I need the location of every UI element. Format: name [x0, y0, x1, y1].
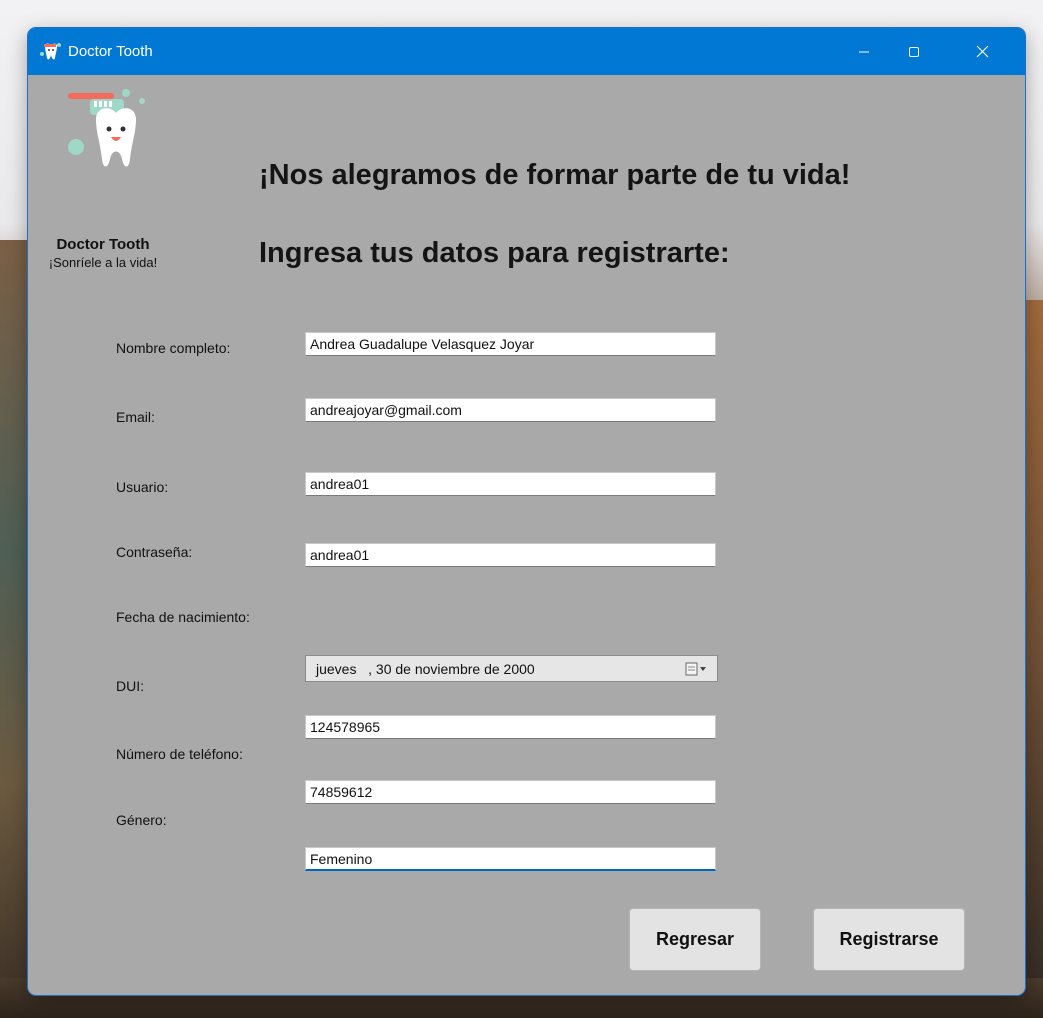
dui-label: DUI:	[116, 678, 144, 694]
registration-form: Doctor Tooth ¡Sonríele a la vida! ¡Nos a…	[28, 75, 1025, 995]
password-label: Contraseña:	[116, 544, 193, 560]
gender-label: Género:	[116, 812, 167, 828]
title-bar[interactable]: Doctor Tooth	[28, 28, 1025, 75]
brand-name: Doctor Tooth	[56, 236, 150, 253]
calendar-dropdown-icon	[685, 662, 706, 675]
phone-label: Número de teléfono:	[116, 746, 243, 762]
window-title: Doctor Tooth	[68, 43, 153, 60]
minimize-icon	[859, 51, 869, 52]
full-name-field[interactable]	[305, 332, 716, 356]
email-field[interactable]	[305, 398, 716, 422]
app-window: Doctor Tooth Doctor Tooth ¡Sonríele a la…	[28, 28, 1025, 995]
birth-date-picker[interactable]: jueves , 30 de noviembre de 2000	[305, 655, 718, 682]
username-label: Usuario:	[116, 479, 169, 495]
brand-tagline: ¡Sonríele a la vida!	[48, 255, 158, 270]
minimize-button[interactable]	[841, 28, 887, 75]
gender-field[interactable]	[305, 847, 716, 871]
close-icon	[976, 45, 988, 58]
password-field[interactable]	[305, 543, 716, 567]
phone-field[interactable]	[305, 780, 716, 804]
maximize-button[interactable]	[891, 28, 937, 75]
calendar-dropdown-button[interactable]	[683, 659, 711, 678]
maximize-icon	[909, 46, 919, 57]
birth-date-value: jueves , 30 de noviembre de 2000	[316, 660, 535, 677]
username-field[interactable]	[305, 472, 716, 496]
back-button[interactable]: Regresar	[629, 908, 761, 971]
welcome-heading: ¡Nos alegramos de formar parte de tu vid…	[259, 159, 851, 191]
app-tooth-icon	[40, 41, 62, 63]
register-button[interactable]: Registrarse	[813, 908, 965, 971]
tooth-logo-icon	[64, 89, 160, 179]
close-button[interactable]	[959, 28, 1005, 75]
birth-date-label: Fecha de nacimiento:	[116, 609, 250, 625]
instruction-heading: Ingresa tus datos para registrarte:	[259, 237, 730, 269]
email-label: Email:	[116, 409, 155, 425]
full-name-label: Nombre completo:	[116, 340, 231, 356]
dui-field[interactable]	[305, 715, 716, 739]
